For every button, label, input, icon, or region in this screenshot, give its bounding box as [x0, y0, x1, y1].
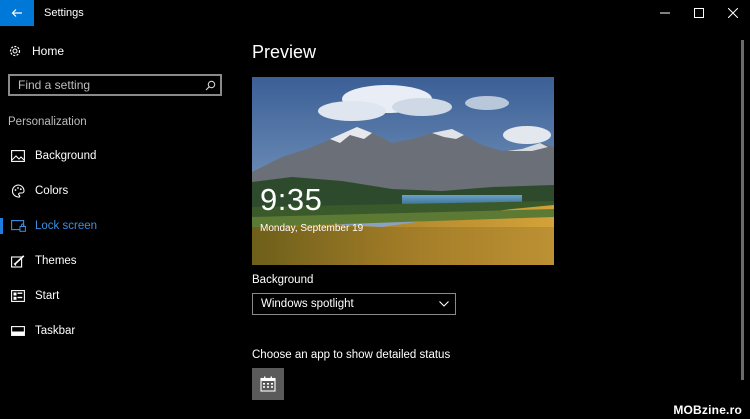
- title-bar: Settings: [0, 0, 750, 26]
- sidebar-item-themes[interactable]: Themes: [0, 249, 236, 273]
- watermark: MOBzine.ro: [673, 403, 742, 417]
- background-label: Background: [252, 274, 314, 286]
- active-indicator: [0, 218, 3, 234]
- minimize-button[interactable]: [648, 0, 682, 26]
- scrollbar[interactable]: [741, 40, 744, 380]
- sidebar-item-start[interactable]: Start: [0, 284, 236, 308]
- page-title: Preview: [252, 42, 317, 62]
- window-controls: [648, 0, 750, 26]
- sidebar-item-label: Lock screen: [35, 220, 98, 232]
- sidebar-item-label: Taskbar: [35, 325, 76, 337]
- sidebar-item-label: Colors: [35, 185, 69, 197]
- lock-screen-icon: [9, 220, 27, 232]
- sidebar-item-label: Themes: [35, 255, 77, 267]
- lock-time: 9:35: [260, 182, 323, 217]
- minimize-icon: [660, 12, 670, 14]
- section-heading: Personalization: [8, 116, 87, 128]
- image-icon: [9, 150, 27, 162]
- search-box[interactable]: [8, 74, 222, 96]
- detailed-status-app-button[interactable]: [252, 368, 284, 400]
- lock-date: Monday, September 19: [260, 223, 364, 234]
- window-title: Settings: [44, 7, 84, 19]
- landscape-image: [252, 77, 554, 265]
- detailed-status-label: Choose an app to show detailed status: [252, 349, 451, 361]
- sidebar-item-label: Start: [35, 290, 60, 302]
- sidebar-item-background[interactable]: Background: [0, 144, 236, 168]
- background-dropdown[interactable]: Windows spotlight: [252, 293, 456, 315]
- chevron-down-icon: [439, 301, 449, 307]
- sidebar: Home Personalization Background Colors L…: [0, 26, 236, 419]
- gear-icon: [9, 45, 21, 57]
- sidebar-item-colors[interactable]: Colors: [0, 179, 236, 203]
- sidebar-item-taskbar[interactable]: Taskbar: [0, 319, 236, 343]
- dropdown-value: Windows spotlight: [261, 298, 354, 310]
- home-nav-item[interactable]: Home: [8, 42, 64, 60]
- close-button[interactable]: [716, 0, 750, 26]
- search-input[interactable]: [10, 76, 200, 94]
- lock-screen-preview: 9:35 Monday, September 19: [252, 77, 554, 265]
- back-arrow-icon: [11, 9, 22, 17]
- taskbar-icon: [9, 326, 27, 336]
- calendar-icon: [260, 376, 276, 392]
- start-icon: [9, 290, 27, 302]
- sidebar-item-label: Background: [35, 150, 97, 162]
- maximize-button[interactable]: [682, 0, 716, 26]
- palette-icon: [9, 184, 27, 198]
- maximize-icon: [694, 8, 704, 18]
- close-icon: [728, 8, 738, 18]
- search-button[interactable]: [200, 80, 220, 91]
- brush-icon: [9, 254, 27, 268]
- search-icon: [205, 80, 215, 90]
- back-button[interactable]: [0, 0, 34, 26]
- sidebar-item-lock-screen[interactable]: Lock screen: [0, 214, 236, 238]
- home-label: Home: [32, 44, 65, 58]
